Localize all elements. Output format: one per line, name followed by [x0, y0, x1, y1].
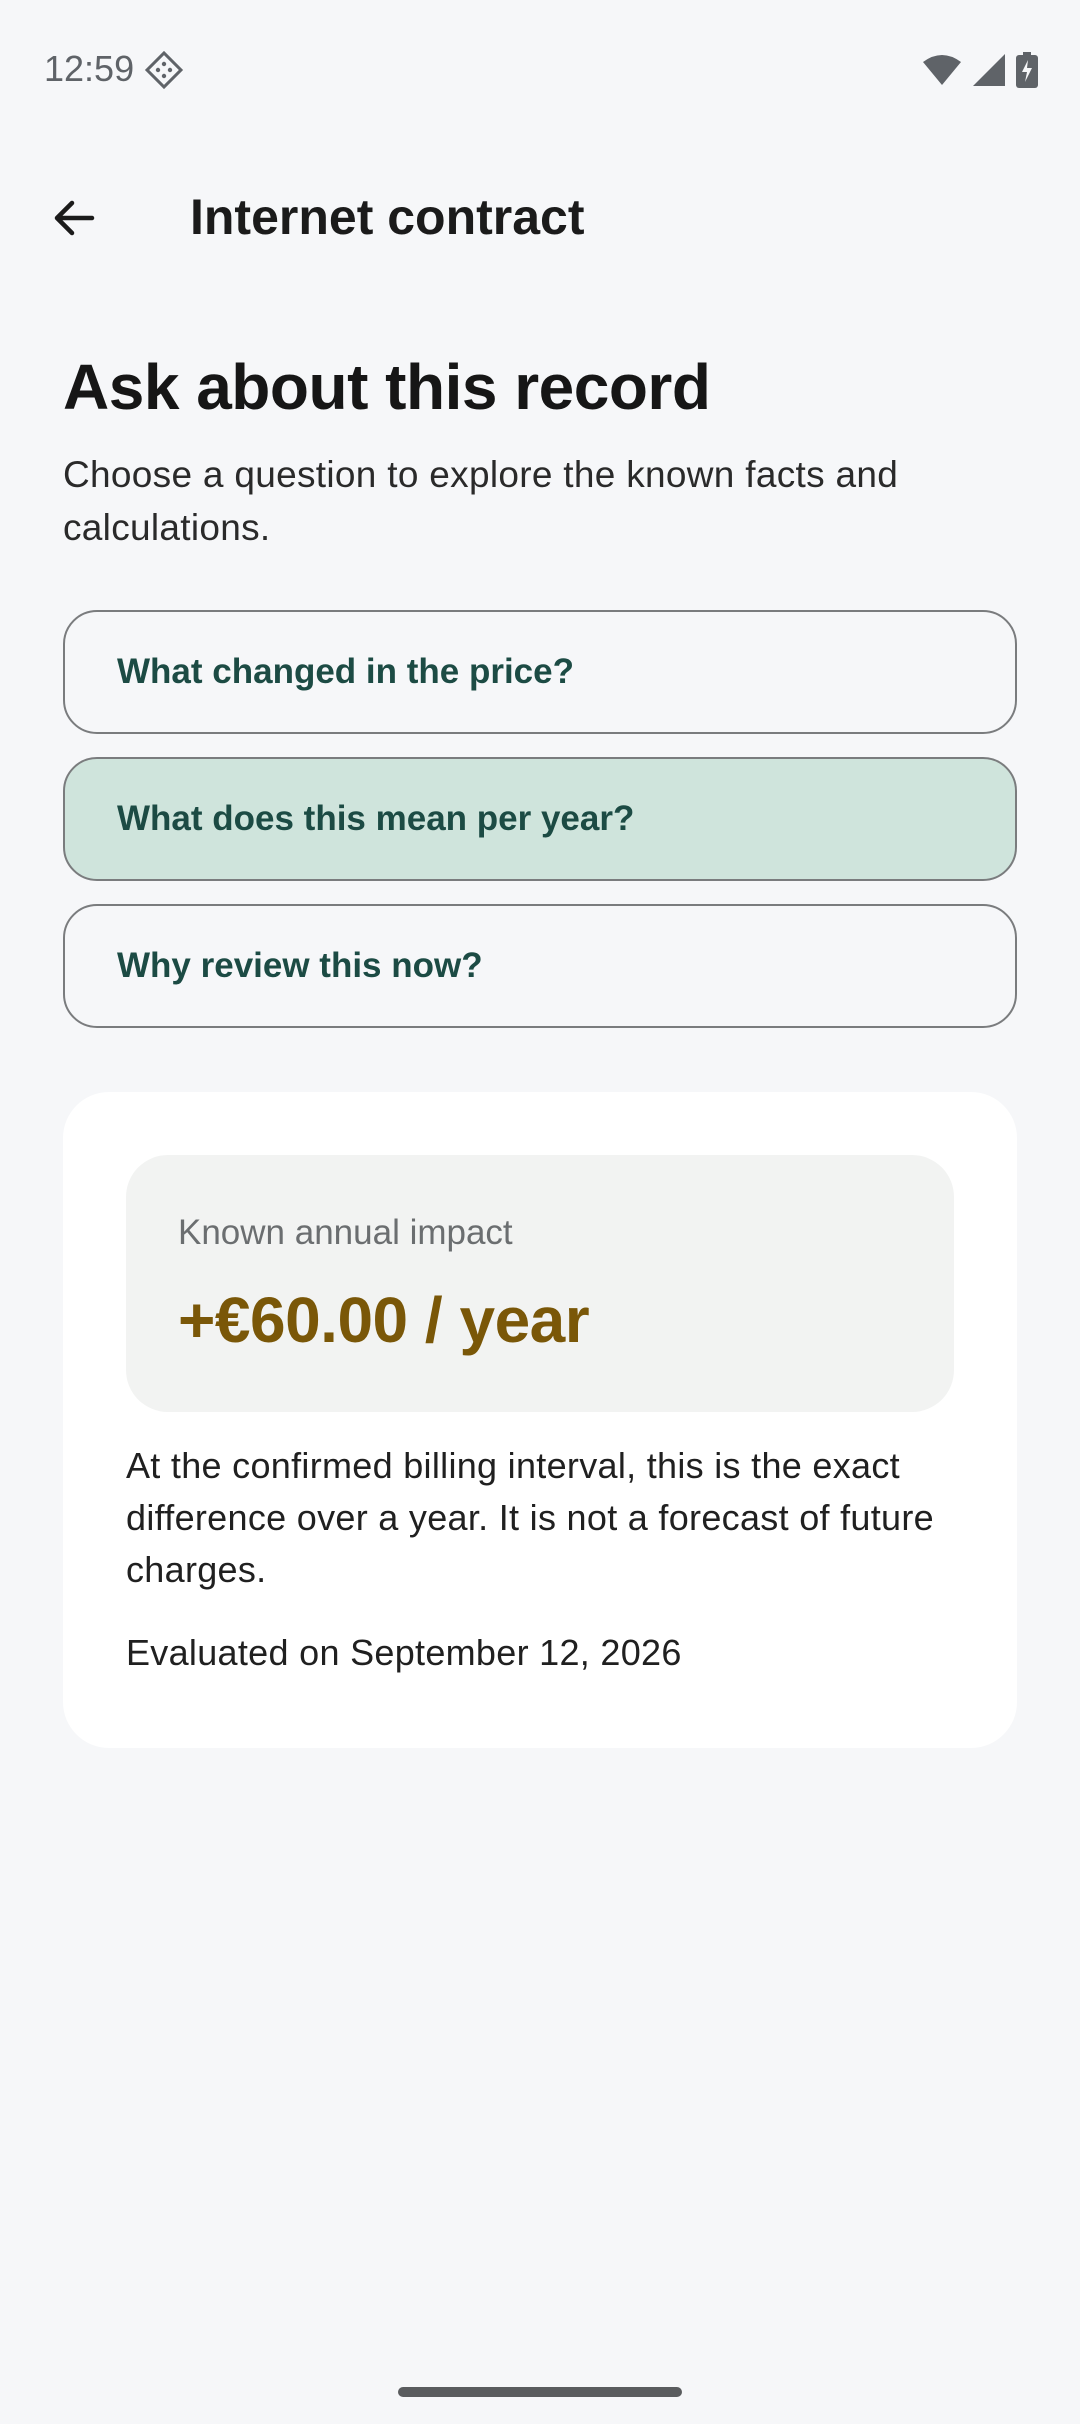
question-label: What does this mean per year?: [117, 799, 635, 838]
battery-charging-icon: [1016, 52, 1038, 93]
impact-label: Known annual impact: [178, 1213, 513, 1252]
impact-panel: Known annual impact +€60.00 / year: [126, 1155, 954, 1412]
status-bar: 12:59: [0, 0, 1080, 140]
status-icons: [922, 52, 1038, 93]
answer-explanation: At the confirmed billing interval, this …: [126, 1445, 934, 1590]
evaluated-date: Evaluated on September 12, 2026: [126, 1632, 682, 1673]
arrow-back-icon: [50, 194, 98, 247]
wifi-icon: [922, 54, 962, 91]
answer-card: Known annual impact +€60.00 / year At th…: [63, 1092, 1017, 1748]
impact-value: +€60.00 / year: [178, 1284, 590, 1356]
notification-badge-icon: [144, 50, 184, 90]
question-label: Why review this now?: [117, 946, 483, 985]
question-option-why-review[interactable]: Why review this now?: [63, 904, 1017, 1028]
status-time: 12:59: [44, 48, 135, 89]
page-subtitle: Choose a question to explore the known f…: [63, 454, 899, 548]
question-option-per-year[interactable]: What does this mean per year?: [63, 757, 1017, 881]
cell-signal-icon: [972, 53, 1006, 92]
question-label: What changed in the price?: [117, 652, 574, 691]
screen: 12:59 Internet contract Ask about this r…: [0, 0, 1080, 2424]
app-title: Internet contract: [190, 189, 585, 245]
back-button[interactable]: [36, 182, 112, 258]
question-option-price-change[interactable]: What changed in the price?: [63, 610, 1017, 734]
app-bar: Internet contract: [0, 160, 1080, 272]
gesture-navigation-bar[interactable]: [398, 2387, 682, 2397]
page-heading: Ask about this record: [63, 351, 711, 423]
